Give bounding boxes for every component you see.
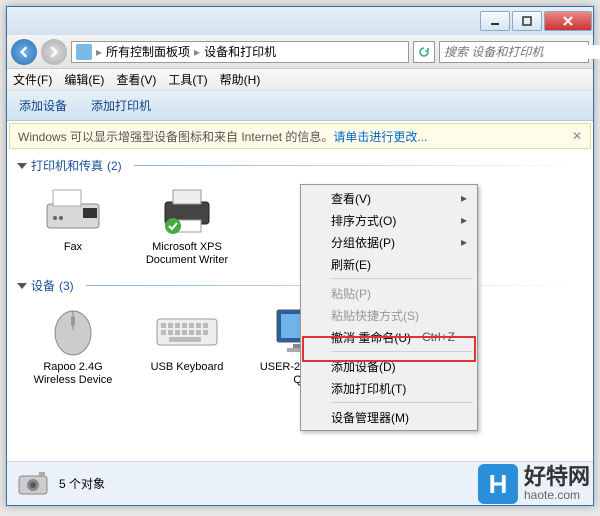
group-count: (3) [59,279,74,293]
ctx-group[interactable]: 分组依据(P) [303,231,475,253]
minimize-button[interactable] [480,11,510,31]
fax-icon [41,184,105,238]
close-button[interactable] [544,11,592,31]
chevron-down-icon [17,283,27,289]
toolbar: 添加设备 添加打印机 [7,91,593,121]
separator [331,402,473,403]
brand-url: haote.com [524,488,580,502]
chevron-right-icon: ▸ [194,45,200,59]
device-label: Fax [64,241,82,254]
add-printer-button[interactable]: 添加打印机 [91,97,151,114]
menu-file[interactable]: 文件(F) [13,71,52,88]
close-infobar-icon[interactable]: ✕ [572,129,582,143]
group-title: 打印机和传真 [31,157,103,174]
search-box[interactable] [439,41,589,63]
group-title: 设备 [31,277,55,294]
camera-icon [15,466,51,502]
ctx-view[interactable]: 查看(V) [303,187,475,209]
breadcrumb-seg[interactable]: 设备和打印机 [204,43,276,60]
folder-icon [76,44,92,60]
device-label: Microsoft XPS Document Writer [139,241,235,267]
separator [331,278,473,279]
search-input[interactable] [444,45,600,59]
add-device-button[interactable]: 添加设备 [19,97,67,114]
keyboard-icon [155,304,219,358]
device-item-mouse[interactable]: Rapoo 2.4G Wireless Device [25,304,121,387]
brand-name: 好特网 [524,466,590,488]
logo-icon: H [478,464,518,504]
ctx-add-device[interactable]: 添加设备(D) [303,355,475,377]
titlebar [7,7,593,35]
menu-tools[interactable]: 工具(T) [168,71,207,88]
device-label: Rapoo 2.4G Wireless Device [25,361,121,387]
ctx-add-printer[interactable]: 添加打印机(T) [303,377,475,399]
device-item-keyboard[interactable]: USB Keyboard [139,304,235,387]
ctx-sort[interactable]: 排序方式(O) [303,209,475,231]
shortcut-label: Ctrl+Z [422,330,455,344]
mouse-icon [41,304,105,358]
group-header-printers[interactable]: 打印机和传真 (2) [7,151,593,180]
maximize-button[interactable] [512,11,542,31]
info-bar: Windows 可以显示增强型设备图标和来自 Internet 的信息。 请单击… [9,123,591,149]
status-count: 5 个对象 [59,475,105,492]
info-text: Windows 可以显示增强型设备图标和来自 Internet 的信息。 [18,128,333,145]
device-item-xps[interactable]: Microsoft XPS Document Writer [139,184,235,267]
ctx-device-manager[interactable]: 设备管理器(M) [303,406,475,428]
device-item-fax[interactable]: Fax [25,184,121,267]
refresh-button[interactable] [413,41,435,63]
ctx-undo[interactable]: 撤消 重命名(U)Ctrl+Z [303,326,475,348]
forward-button[interactable] [41,39,67,65]
printer-icon [155,184,219,238]
separator [331,351,473,352]
menu-view[interactable]: 查看(V) [116,71,156,88]
ctx-paste: 粘贴(P) [303,282,475,304]
menubar: 文件(F) 编辑(E) 查看(V) 工具(T) 帮助(H) [7,69,593,91]
chevron-down-icon [17,163,27,169]
back-button[interactable] [11,39,37,65]
menu-help[interactable]: 帮助(H) [220,71,261,88]
watermark: H 好特网 haote.com [478,464,590,504]
address-bar[interactable]: ▸ 所有控制面板项 ▸ 设备和打印机 [71,41,409,63]
device-label: USB Keyboard [151,361,224,374]
info-link[interactable]: 请单击进行更改... [333,128,427,145]
navbar: ▸ 所有控制面板项 ▸ 设备和打印机 [7,35,593,69]
chevron-right-icon: ▸ [96,45,102,59]
breadcrumb-seg[interactable]: 所有控制面板项 [106,43,190,60]
ctx-paste-shortcut: 粘贴快捷方式(S) [303,304,475,326]
group-count: (2) [107,159,122,173]
menu-edit[interactable]: 编辑(E) [64,71,104,88]
context-menu: 查看(V) 排序方式(O) 分组依据(P) 刷新(E) 粘贴(P) 粘贴快捷方式… [300,184,478,431]
ctx-refresh[interactable]: 刷新(E) [303,253,475,275]
